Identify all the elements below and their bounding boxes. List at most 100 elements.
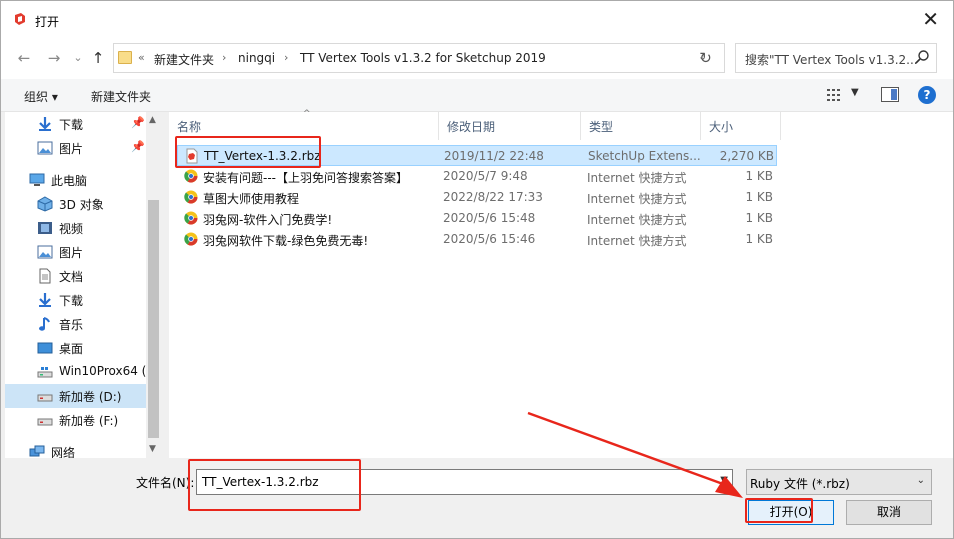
drive-icon bbox=[37, 418, 53, 426]
sidebar-item-drive-d[interactable]: 新加卷 (D:) bbox=[5, 384, 146, 408]
title-bar: 打开 ✕ bbox=[1, 1, 953, 39]
column-header-date[interactable]: 修改日期 bbox=[439, 112, 581, 140]
sidebar-item-downloads-quick[interactable]: 下载 📌 bbox=[5, 112, 146, 136]
file-row[interactable]: 羽兔网软件下载-绿色免费无毒! 2020/5/6 15:46 Internet … bbox=[177, 229, 777, 250]
pin-icon[interactable]: 📌 bbox=[131, 116, 145, 129]
file-row[interactable]: 安装有问题---【上羽免问答搜索答案】 2020/5/7 9:48 Intern… bbox=[177, 166, 777, 187]
column-header-type[interactable]: 类型 bbox=[581, 112, 701, 140]
scroll-up-icon[interactable]: ▲ bbox=[149, 115, 156, 125]
file-type: SketchUp Extens... bbox=[588, 149, 701, 163]
file-size: 1 KB bbox=[745, 211, 773, 225]
chevron-right-icon: › bbox=[284, 51, 289, 64]
file-name: 羽兔网-软件入门免费学! bbox=[203, 213, 333, 227]
sidebar-scrollbar[interactable]: ▲ ▼ bbox=[146, 112, 161, 458]
file-size: 1 KB bbox=[745, 169, 773, 183]
pictures-icon bbox=[37, 245, 53, 259]
cancel-button[interactable]: 取消 bbox=[846, 500, 932, 525]
sidebar-item-videos[interactable]: 视频 bbox=[5, 216, 146, 240]
internet-shortcut-icon bbox=[184, 190, 198, 204]
sidebar-item-pictures[interactable]: 图片 bbox=[5, 240, 146, 264]
breadcrumb-overflow[interactable]: « bbox=[138, 51, 145, 64]
sidebar-item-drive-f[interactable]: 新加卷 (F:) bbox=[5, 408, 146, 432]
pin-icon[interactable]: 📌 bbox=[131, 140, 145, 153]
sidebar-item-label: 桌面 bbox=[59, 342, 84, 356]
file-size: 2,270 KB bbox=[719, 149, 774, 163]
column-size-label: 大小 bbox=[709, 120, 734, 134]
sidebar-item-label: 网络 bbox=[51, 446, 76, 458]
file-name: 安装有问题---【上羽免问答搜索答案】 bbox=[203, 171, 408, 185]
chevron-down-icon[interactable]: ⌄ bbox=[917, 475, 925, 486]
column-date-label: 修改日期 bbox=[447, 120, 496, 134]
file-type-select[interactable]: Ruby 文件 (*.rbz) ⌄ bbox=[746, 469, 932, 495]
sidebar-item-label: 新加卷 (F:) bbox=[59, 414, 119, 428]
desktop-icon bbox=[37, 342, 53, 354]
search-icon[interactable] bbox=[914, 49, 930, 65]
documents-icon bbox=[39, 268, 51, 284]
column-header-size[interactable]: 大小 bbox=[701, 112, 781, 140]
file-date: 2020/5/6 15:48 bbox=[443, 211, 536, 225]
music-icon bbox=[39, 317, 50, 331]
file-type: Internet 快捷方式 bbox=[587, 171, 687, 185]
back-arrow-icon[interactable]: ← bbox=[15, 48, 33, 68]
window-title: 打开 bbox=[35, 15, 60, 29]
drive-icon bbox=[37, 367, 53, 378]
file-row[interactable]: 草图大师使用教程 2022/8/22 17:33 Internet 快捷方式 1… bbox=[177, 187, 777, 208]
videos-icon bbox=[38, 222, 52, 234]
internet-shortcut-icon bbox=[184, 232, 198, 246]
sidebar-item-3d-objects[interactable]: 3D 对象 bbox=[5, 192, 146, 216]
drive-icon bbox=[37, 394, 53, 402]
sidebar-item-label: 下载 bbox=[59, 294, 84, 308]
file-row[interactable]: 羽兔网-软件入门免费学! 2020/5/6 15:48 Internet 快捷方… bbox=[177, 208, 777, 229]
sidebar-item-label: 新加卷 (D:) bbox=[59, 390, 122, 404]
annotation-box-selected-file bbox=[175, 136, 321, 168]
close-icon[interactable]: ✕ bbox=[922, 7, 939, 31]
sidebar-item-this-pc[interactable]: 此电脑 bbox=[5, 168, 146, 192]
file-size: 1 KB bbox=[745, 190, 773, 204]
organize-button[interactable]: 组织 ▾ bbox=[24, 88, 58, 105]
view-dropdown-icon[interactable]: ▼ bbox=[851, 87, 859, 98]
download-icon bbox=[39, 117, 51, 131]
breadcrumb-item[interactable]: TT Vertex Tools v1.3.2 for Sketchup 2019 bbox=[300, 51, 546, 65]
file-date: 2020/5/7 9:48 bbox=[443, 169, 528, 183]
chevron-down-icon[interactable]: ▼ bbox=[720, 475, 728, 486]
scroll-down-icon[interactable]: ▼ bbox=[149, 444, 156, 454]
pictures-icon bbox=[37, 141, 53, 155]
file-type-value: Ruby 文件 (*.rbz) bbox=[750, 477, 850, 491]
address-bar[interactable]: « 新建文件夹 › ningqi › TT Vertex Tools v1.3.… bbox=[113, 43, 725, 73]
sidebar-item-label: 下载 bbox=[59, 118, 84, 132]
sidebar-item-win10-drive[interactable]: Win10Prox64 ( bbox=[5, 360, 146, 384]
file-name: 草图大师使用教程 bbox=[203, 192, 300, 206]
sidebar-item-desktop[interactable]: 桌面 bbox=[5, 336, 146, 360]
sidebar-item-music[interactable]: 音乐 bbox=[5, 312, 146, 336]
sidebar-item-label: 文档 bbox=[59, 270, 84, 284]
file-date: 2020/5/6 15:46 bbox=[443, 232, 536, 246]
navigation-pane: 下载 📌 图片 📌 此电脑 3D 对象 视频 图片 文档 下载 音乐 桌面 Wi… bbox=[5, 112, 161, 458]
network-icon bbox=[29, 445, 45, 457]
search-input[interactable]: 搜索"TT Vertex Tools v1.3.2... bbox=[735, 43, 937, 73]
recent-locations-icon[interactable]: ⌄ bbox=[69, 48, 87, 68]
sidebar-item-network[interactable]: 网络 bbox=[5, 440, 146, 458]
up-arrow-icon[interactable]: ↑ bbox=[89, 48, 107, 68]
chevron-right-icon: › bbox=[222, 51, 227, 64]
forward-arrow-icon[interactable]: → bbox=[45, 48, 63, 68]
breadcrumb-item[interactable]: ningqi bbox=[238, 51, 275, 65]
annotation-box-filename bbox=[188, 459, 361, 511]
sidebar-item-label: 音乐 bbox=[59, 318, 84, 332]
help-icon[interactable]: ? bbox=[918, 86, 936, 104]
scrollbar-thumb[interactable] bbox=[148, 200, 159, 438]
refresh-button[interactable]: ↻ bbox=[687, 43, 725, 73]
internet-shortcut-icon bbox=[184, 211, 198, 225]
preview-pane-icon[interactable] bbox=[881, 87, 899, 102]
folder-icon bbox=[118, 51, 132, 64]
command-bar: 组织 ▾ 新建文件夹 ▼ ? bbox=[1, 79, 953, 112]
sort-ascending-icon: ^ bbox=[303, 109, 311, 119]
file-date: 2019/11/2 22:48 bbox=[444, 149, 544, 163]
sidebar-item-pictures-quick[interactable]: 图片 📌 bbox=[5, 136, 146, 160]
sidebar-item-documents[interactable]: 文档 bbox=[5, 264, 146, 288]
sidebar-item-label: 图片 bbox=[59, 246, 84, 260]
new-folder-button[interactable]: 新建文件夹 bbox=[91, 88, 151, 105]
sidebar-item-downloads[interactable]: 下载 bbox=[5, 288, 146, 312]
download-icon bbox=[39, 293, 51, 307]
breadcrumb-item[interactable]: 新建文件夹 bbox=[154, 51, 214, 68]
view-options-icon[interactable] bbox=[827, 88, 843, 102]
